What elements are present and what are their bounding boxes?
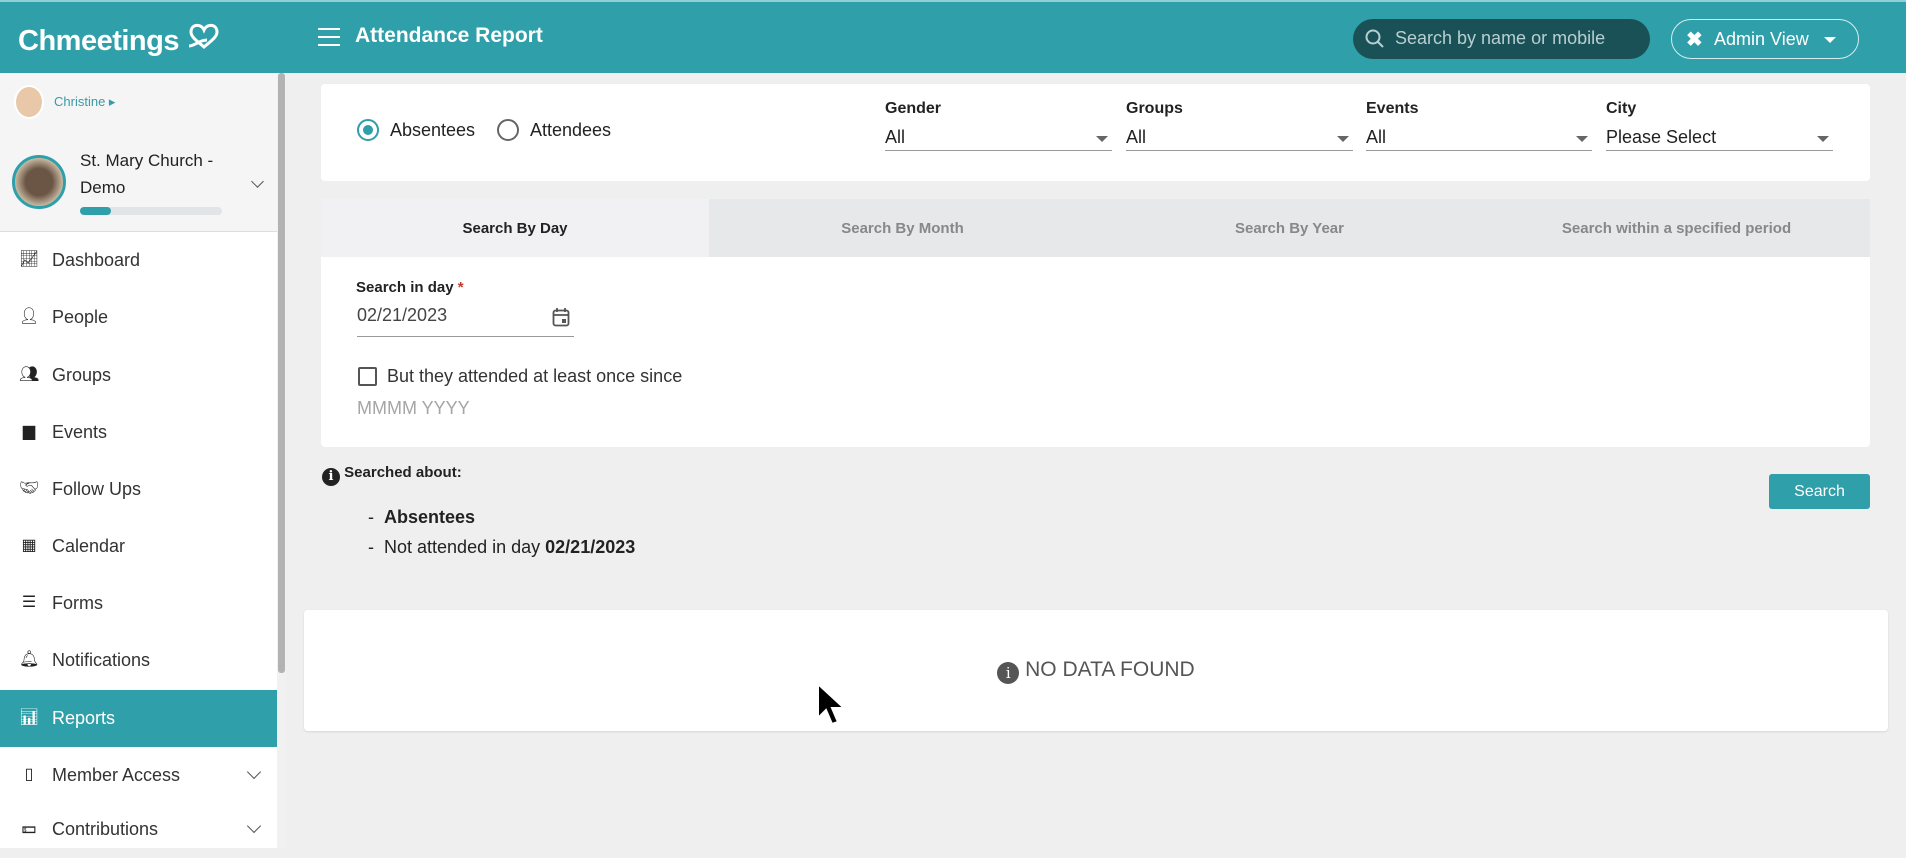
tab-search-period[interactable]: Search within a specified period — [1483, 199, 1870, 257]
caret-down-icon — [1576, 136, 1588, 148]
calendar-grid-icon: ▦ — [21, 537, 37, 554]
tab-search-by-year[interactable]: Search By Year — [1096, 199, 1483, 257]
info-icon: i — [322, 468, 340, 486]
attended-since-label: But they attended at least once since — [387, 366, 683, 386]
bar-chart-icon: 📊︎ — [19, 709, 40, 726]
tools-icon: ✖ — [1686, 29, 1703, 51]
month-year-input[interactable]: MMMM YYYY — [357, 398, 470, 419]
sidebar-item-groups[interactable]: 👥︎ Groups — [0, 347, 277, 404]
groups-select[interactable]: All — [1126, 127, 1353, 151]
sidebar-item-notifications[interactable]: 🔔︎ Notifications — [0, 632, 277, 689]
chart-line-icon: 📈︎ — [19, 251, 40, 268]
search-icon — [1365, 29, 1384, 48]
menu-toggle-icon[interactable] — [318, 28, 340, 46]
caret-down-icon — [1817, 136, 1829, 148]
gender-label: Gender — [885, 100, 942, 117]
no-data-message: i NO DATA FOUND — [304, 658, 1888, 684]
attended-since-checkbox[interactable] — [358, 367, 377, 386]
chevron-down-icon[interactable] — [251, 175, 264, 188]
tab-search-by-day[interactable]: Search By Day — [321, 199, 709, 257]
results-card: i NO DATA FOUND — [304, 610, 1888, 731]
search-button[interactable]: Search — [1769, 474, 1870, 509]
summary-line-absentees: - Absentees — [368, 507, 476, 527]
sidebar-item-forms[interactable]: ☰ Forms — [0, 575, 277, 632]
attendees-radio[interactable] — [497, 119, 519, 141]
date-input[interactable]: 02/21/2023 — [357, 305, 574, 337]
users-icon: 👥︎ — [19, 366, 40, 383]
sidebar-item-follow-ups[interactable]: 🤝︎ Follow Ups — [0, 461, 277, 518]
city-label: City — [1606, 100, 1637, 117]
list-icon: ☰ — [21, 594, 37, 611]
absentees-label: Absentees — [390, 120, 476, 140]
money-icon: 💵︎ — [21, 820, 37, 837]
sidebar-scrollbar[interactable] — [277, 73, 286, 848]
global-search-input[interactable]: Search by name or mobile — [1353, 19, 1650, 59]
bell-icon: 🔔︎ — [19, 651, 40, 668]
city-select[interactable]: Please Select — [1606, 127, 1833, 151]
events-select[interactable]: All — [1366, 127, 1592, 151]
sidebar-profile: Christine ▸ St. Mary Church - Demo — [0, 73, 277, 232]
absentees-radio[interactable] — [357, 119, 379, 141]
events-label: Events — [1366, 100, 1419, 117]
church-name[interactable]: St. Mary Church - Demo — [80, 147, 213, 201]
caret-down-icon — [1096, 136, 1108, 148]
search-day-label: Search in day * — [356, 279, 464, 296]
sidebar-item-contributions[interactable]: 💵︎ Contributions — [0, 801, 277, 858]
mobile-icon: ▯ — [24, 766, 34, 783]
sidebar: Christine ▸ St. Mary Church - Demo 📈︎ Dash… — [0, 73, 286, 848]
chevron-down-icon — [246, 764, 262, 780]
search-form-card: Search in day * 02/21/2023 But they atte… — [321, 257, 1870, 447]
search-placeholder: Search by name or mobile — [1395, 28, 1606, 48]
attendees-label: Attendees — [530, 120, 612, 140]
groups-label: Groups — [1126, 100, 1183, 117]
heart-hand-icon — [188, 23, 219, 49]
calendar-icon: ▆ — [22, 423, 36, 440]
caret-down-icon — [1337, 136, 1349, 148]
searched-about-heading: i Searched about: — [322, 464, 462, 486]
sidebar-item-member-access[interactable]: ▯ Member Access — [0, 747, 277, 804]
logo[interactable]: Chmeetings — [18, 22, 221, 58]
top-header: Chmeetings Attendance Report Search by n… — [0, 0, 1906, 73]
info-icon: i — [997, 662, 1020, 684]
user-avatar[interactable] — [14, 85, 44, 119]
caret-down-icon — [1824, 37, 1836, 49]
admin-view-dropdown[interactable]: ✖ Admin View — [1671, 19, 1859, 59]
user-name-link[interactable]: Christine ▸ — [54, 94, 115, 110]
user-icon: 👤︎ — [19, 308, 40, 325]
chevron-down-icon — [246, 818, 262, 834]
page-title: Attendance Report — [355, 24, 543, 47]
sidebar-item-reports[interactable]: 📊︎ Reports — [0, 690, 277, 747]
sidebar-item-people[interactable]: 👤︎ People — [0, 289, 277, 346]
filter-card: Absentees Attendees Gender All Groups Al… — [321, 84, 1870, 181]
sidebar-item-calendar[interactable]: ▦ Calendar — [0, 518, 277, 575]
summary-line-date: - Not attended in day 02/21/2023 — [368, 537, 636, 557]
gender-select[interactable]: All — [885, 127, 1112, 151]
logo-text: Chmeetings — [18, 25, 179, 57]
admin-view-label: Admin View — [1714, 29, 1809, 49]
church-progress-bar — [80, 207, 222, 215]
mouse-cursor-icon — [817, 682, 844, 726]
sidebar-item-dashboard[interactable]: 📈︎ Dashboard — [0, 232, 277, 289]
sidebar-item-events[interactable]: ▆ Events — [0, 404, 277, 461]
church-avatar — [12, 155, 66, 209]
calendar-icon[interactable] — [552, 307, 570, 327]
tab-search-by-month[interactable]: Search By Month — [709, 199, 1096, 257]
handshake-icon: 🤝︎ — [19, 480, 40, 497]
